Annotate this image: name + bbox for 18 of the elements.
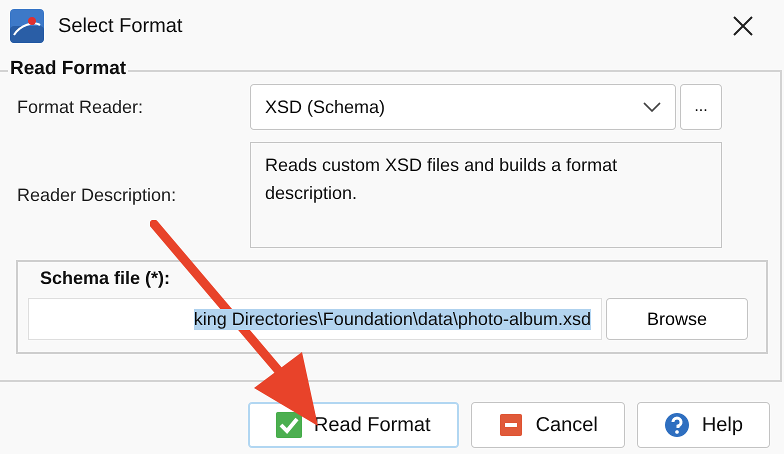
reader-description-label: Reader Description: [16, 184, 178, 206]
reader-description-text: Reads custom XSD files and builds a format description. [250, 142, 722, 248]
minus-icon [498, 412, 524, 438]
browse-button[interactable]: Browse [606, 298, 748, 340]
dialog-button[interactable]: Help [636, 402, 770, 448]
help-icon [664, 412, 690, 438]
window-title: Select Format [58, 14, 182, 38]
more-button[interactable]: ... [680, 84, 722, 130]
caret-icon [643, 102, 661, 112]
schema-file-field[interactable]: king Directories\Foundation\data\photo-album.xsd [28, 298, 602, 340]
checkmark-icon [276, 412, 302, 438]
dialog-button[interactable]: Read Format [248, 402, 459, 448]
dialog-button[interactable]: Cancel [470, 402, 625, 448]
format-reader-dropdown[interactable]: XSD (Schema) [250, 84, 676, 130]
app-logo-icon [10, 9, 44, 43]
schema-file-legend: Schema file (*): [40, 268, 170, 289]
close-icon[interactable] [732, 15, 754, 37]
format-reader-label: Format Reader: [16, 96, 144, 118]
